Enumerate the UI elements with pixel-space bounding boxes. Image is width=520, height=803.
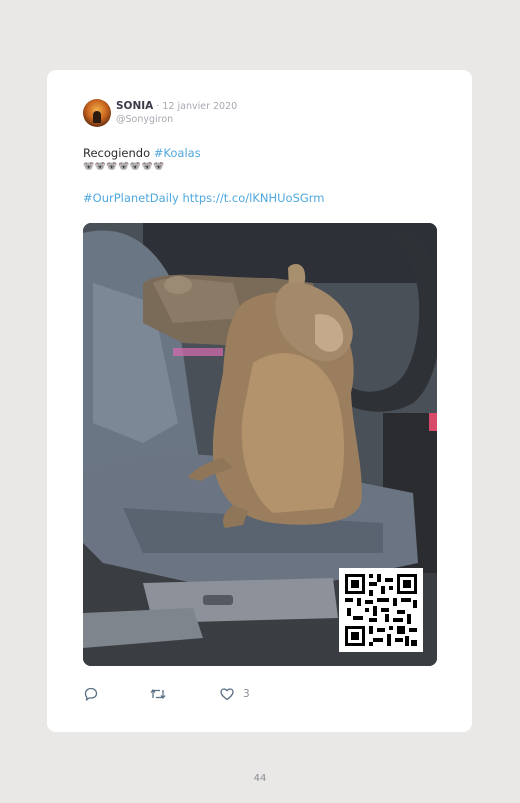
like-button[interactable]: 3 [219,686,250,702]
tweet-card: SONIA · 12 janvier 2020 @Sonygiron Recog… [47,70,472,732]
tweet-text-prefix: Recogiendo [83,146,154,160]
author-handle[interactable]: @Sonygiron [116,114,173,125]
hashtag-koalas[interactable]: #Koalas [154,146,201,160]
page-number: 44 [253,773,267,784]
tweet-actions: 3 [83,686,443,706]
heart-icon [220,688,234,701]
avatar[interactable] [83,99,111,127]
qr-code[interactable] [339,568,423,652]
tweet-text: Recogiendo #Koalas [83,146,201,160]
like-count: 3 [243,688,250,700]
retweet-icon [150,688,166,700]
reply-icon [84,687,98,701]
author-line: SONIA · 12 janvier 2020 [116,100,237,112]
tweet-date: · 12 janvier 2020 [153,101,238,112]
retweet-button[interactable] [149,686,167,702]
tweet-photo[interactable] [83,223,437,666]
tweet-link[interactable]: https://t.co/lKNHUoSGrm [179,191,325,205]
koala-emoji-line: 🐨🐨🐨🐨🐨🐨🐨 [83,162,165,172]
tweet-links: #OurPlanetDaily https://t.co/lKNHUoSGrm [83,191,325,205]
author-name[interactable]: SONIA [116,100,153,112]
qr-code-icon [339,568,423,652]
reply-button[interactable] [83,686,99,702]
hashtag-ourplanetdaily[interactable]: #OurPlanetDaily [83,191,179,205]
